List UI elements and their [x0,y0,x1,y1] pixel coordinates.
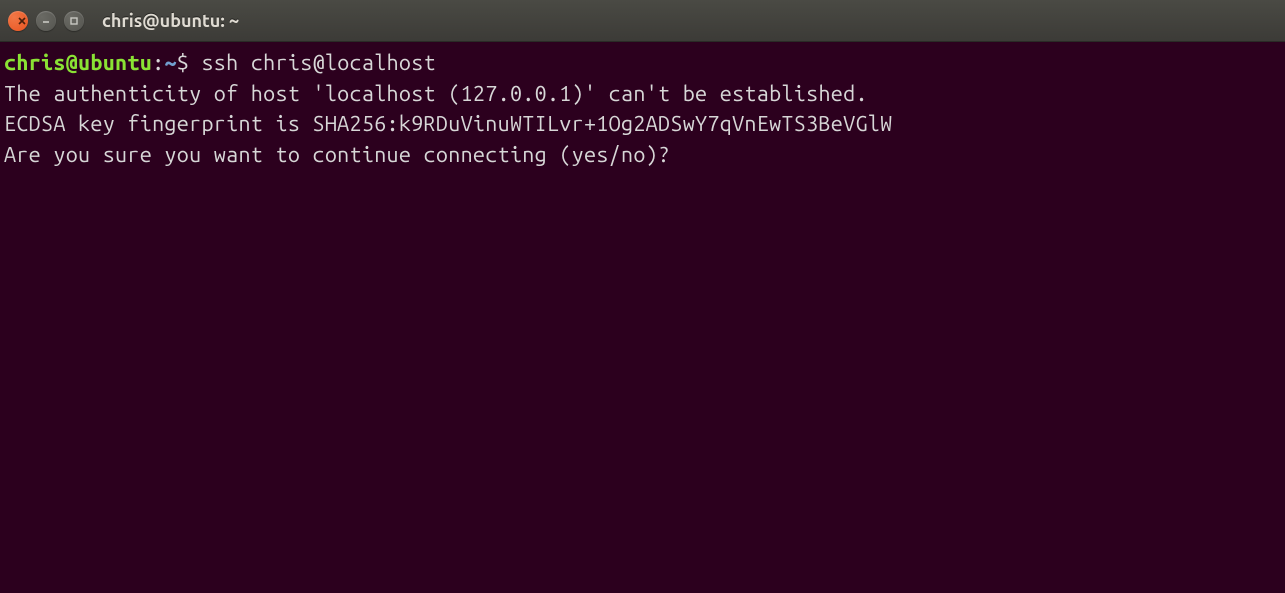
maximize-button[interactable] [64,11,84,31]
prompt-colon: : [152,51,164,75]
window-title: chris@ubuntu: ~ [102,11,239,31]
window-titlebar: chris@ubuntu: ~ [0,0,1285,42]
command-text: ssh chris@localhost [201,51,435,75]
close-icon [17,16,27,26]
prompt-dollar: $ [177,51,189,75]
close-button[interactable] [8,11,28,31]
prompt-userhost: chris@ubuntu [4,51,152,75]
output-line-3: Are you sure you want to continue connec… [4,143,683,167]
output-line-1: The authenticity of host 'localhost (127… [4,82,868,106]
minimize-button[interactable] [36,11,56,31]
maximize-icon [69,16,79,26]
minimize-icon [41,16,51,26]
prompt-path: ~ [164,51,176,75]
window-controls [8,11,84,31]
terminal-area[interactable]: chris@ubuntu:~$ ssh chris@localhost The … [0,42,1285,176]
output-line-2: ECDSA key fingerprint is SHA256:k9RDuVin… [4,112,892,136]
